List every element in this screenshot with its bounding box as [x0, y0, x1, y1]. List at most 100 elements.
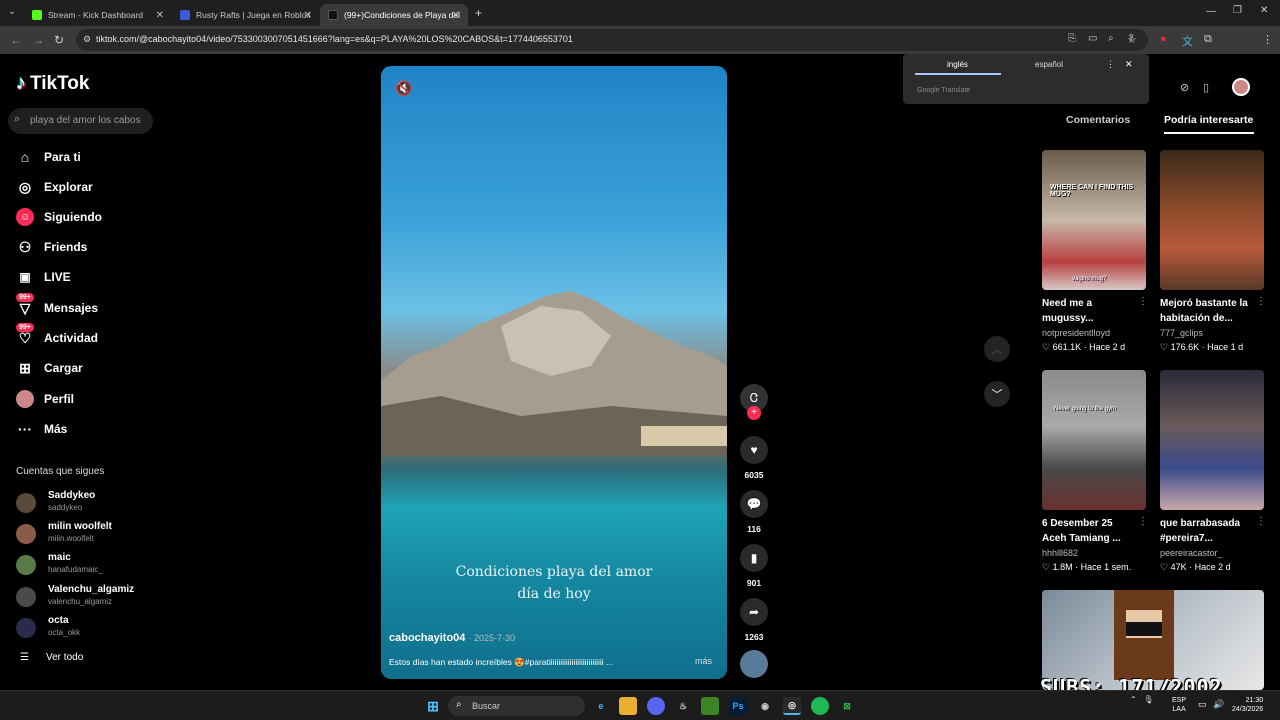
bookmark-star-icon[interactable]: ☆: [1127, 33, 1137, 46]
video-author[interactable]: cabochayito04 · 2025-7-30: [389, 632, 515, 644]
minecraft-icon[interactable]: [701, 697, 719, 715]
clock[interactable]: 21:30 24/3/2026: [1232, 696, 1263, 714]
taskbar-search[interactable]: ⌕ Buscar: [448, 696, 585, 716]
account-handle: milin.woolfelt: [48, 534, 94, 543]
browser-toolbar: ← → ↻ ⚙ tiktok.com/@cabochayito04/video/…: [0, 26, 1280, 72]
language-indicator[interactable]: ESP LAA: [1172, 696, 1186, 714]
previous-video-button[interactable]: ︿: [984, 336, 1010, 362]
music-disc-button[interactable]: [739, 650, 769, 678]
nav-cargar[interactable]: ⊞ Cargar: [16, 357, 83, 379]
forward-icon[interactable]: →: [32, 33, 44, 47]
close-window-icon[interactable]: ✕: [1260, 5, 1268, 16]
nav-live[interactable]: ▣ LIVE: [16, 266, 70, 288]
nav-label: Mensajes: [44, 301, 99, 315]
suggested-video-card[interactable]: Never going to the gym 6 Desember 25 Ace…: [1042, 370, 1148, 572]
pixel-avatar-mask: [1126, 622, 1162, 636]
volume-icon[interactable]: 🔊: [1213, 699, 1224, 710]
card-menu-icon[interactable]: ⋮: [1256, 296, 1266, 307]
nav-friends[interactable]: ⚇ Friends: [16, 236, 88, 258]
translate-icon[interactable]: ⎘: [1068, 33, 1076, 44]
video-player[interactable]: 🔇 Condiciones playa del amor día de hoy …: [381, 66, 727, 679]
upload-icon: ⊞: [19, 359, 31, 376]
search-input[interactable]: ⌕ playa del amor los cabos: [8, 108, 153, 134]
nav-siguiendo[interactable]: ☺ Siguiendo: [16, 206, 102, 228]
creator-avatar-button[interactable]: Ꮳ +: [739, 384, 769, 420]
more-link[interactable]: más: [695, 656, 712, 666]
site-info-icon[interactable]: ⚙: [83, 34, 91, 45]
follow-plus-icon[interactable]: +: [747, 406, 761, 420]
options-icon[interactable]: ⋮: [1106, 59, 1115, 70]
mute-icon[interactable]: 🔇: [395, 80, 412, 97]
close-icon[interactable]: ✕: [1125, 59, 1133, 70]
extension-red-icon[interactable]: ●: [1160, 33, 1167, 45]
system-tray[interactable]: ⌃ 🎙: [1130, 695, 1154, 704]
card-menu-icon[interactable]: ⋮: [1138, 296, 1148, 307]
like-button[interactable]: ♥ 6035: [739, 436, 769, 480]
live-icon: ▣: [19, 270, 31, 284]
windows-start-icon[interactable]: ⊞: [424, 697, 442, 715]
suggested-video-card[interactable]: Mejoró bastante la habitación de... ⋮ 77…: [1160, 150, 1266, 352]
network-icon[interactable]: ▭: [1198, 699, 1207, 710]
nav-perfil[interactable]: Perfil: [16, 388, 74, 410]
reload-icon[interactable]: ↻: [54, 33, 64, 47]
spotify-icon[interactable]: [811, 697, 829, 715]
tab-tiktok[interactable]: (99+)Condiciones de Playa del ✕: [320, 4, 468, 26]
photoshop-icon[interactable]: Ps: [729, 697, 747, 715]
chrome-icon[interactable]: ◎: [783, 697, 801, 715]
extension-translate-icon[interactable]: 文: [1182, 33, 1193, 49]
minimize-icon[interactable]: —: [1206, 6, 1216, 17]
see-all-link[interactable]: Ver todo: [46, 652, 83, 663]
translate-provider: Google Translate: [917, 87, 971, 94]
zoom-icon[interactable]: ⌕: [1108, 33, 1114, 44]
next-video-button[interactable]: ﹀: [984, 381, 1010, 407]
nav-actividad[interactable]: ♡ 99+ Actividad: [16, 323, 98, 349]
author-name: cabochayito04: [389, 632, 466, 644]
tab-list-chevron-icon[interactable]: ⌄: [8, 6, 16, 17]
comment-button[interactable]: 💬 116: [739, 490, 769, 534]
tab-title: (99+)Condiciones de Playa del: [344, 10, 461, 20]
share-count: 1263: [744, 632, 764, 642]
restore-icon[interactable]: ❐: [1233, 5, 1242, 16]
nav-mas[interactable]: ··· Más: [16, 418, 67, 440]
close-tab-icon[interactable]: ✕: [156, 10, 164, 21]
user-avatar[interactable]: [1232, 78, 1250, 96]
avatar: [16, 524, 36, 544]
share-button[interactable]: ➦ 1263: [739, 598, 769, 642]
device-icon[interactable]: ▯: [1203, 81, 1209, 94]
discord-icon[interactable]: [647, 697, 665, 715]
suggested-video-card[interactable]: WHERE CAN I FIND THIS MUG? vagino mug? N…: [1042, 150, 1148, 352]
save-button[interactable]: ▮ 901: [739, 544, 769, 588]
nav-para-ti[interactable]: ⌂ Para ti: [16, 146, 81, 168]
cast-icon[interactable]: ▭: [1088, 33, 1097, 44]
close-tab-icon[interactable]: ✕: [452, 10, 460, 21]
account-handle: hanafudamaic_: [48, 565, 103, 574]
nav-label: Más: [44, 422, 68, 436]
address-bar[interactable]: ⚙ tiktok.com/@cabochayito04/video/753300…: [76, 29, 1148, 51]
compass-icon[interactable]: ⊘: [1180, 81, 1189, 94]
nav-explorar[interactable]: ◎ Explorar: [16, 176, 93, 198]
new-tab-icon[interactable]: +: [475, 6, 482, 20]
source-language-tab[interactable]: inglés: [947, 60, 968, 69]
close-tab-icon[interactable]: ✕: [304, 10, 312, 21]
extensions-puzzle-icon[interactable]: ⧉: [1204, 33, 1212, 46]
suggested-video-card[interactable]: que barrabasada #pereira7... ⋮ peereirac…: [1160, 370, 1266, 572]
tab-suggestions[interactable]: Podría interesarte: [1164, 114, 1253, 126]
card-menu-icon[interactable]: ⋮: [1256, 516, 1266, 527]
edge-icon[interactable]: e: [592, 697, 610, 715]
tab-comments[interactable]: Comentarios: [1066, 114, 1130, 126]
save-count: 901: [746, 578, 762, 588]
file-explorer-icon[interactable]: [619, 697, 637, 715]
tiktok-logo[interactable]: ♪ TikTok: [16, 72, 89, 95]
chrome-menu-icon[interactable]: ⋮: [1262, 33, 1273, 46]
nav-mensajes[interactable]: ▽ 99+ Mensajes: [16, 293, 99, 319]
target-language-tab[interactable]: español: [1035, 60, 1063, 69]
excel-icon[interactable]: ⊠: [838, 697, 856, 715]
obs-icon[interactable]: ◉: [756, 697, 774, 715]
tab-roblox[interactable]: Rusty Rafts | Juega en Roblox ✕: [172, 4, 320, 26]
back-icon[interactable]: ←: [10, 33, 22, 47]
tab-kick[interactable]: Stream - Kick Dashboard ✕: [24, 4, 172, 26]
account-handle: octa_okk: [48, 628, 81, 637]
video-caption-overlay: Condiciones playa del amor día de hoy: [381, 561, 727, 605]
card-menu-icon[interactable]: ⋮: [1138, 516, 1148, 527]
steam-icon[interactable]: ♨: [674, 697, 692, 715]
